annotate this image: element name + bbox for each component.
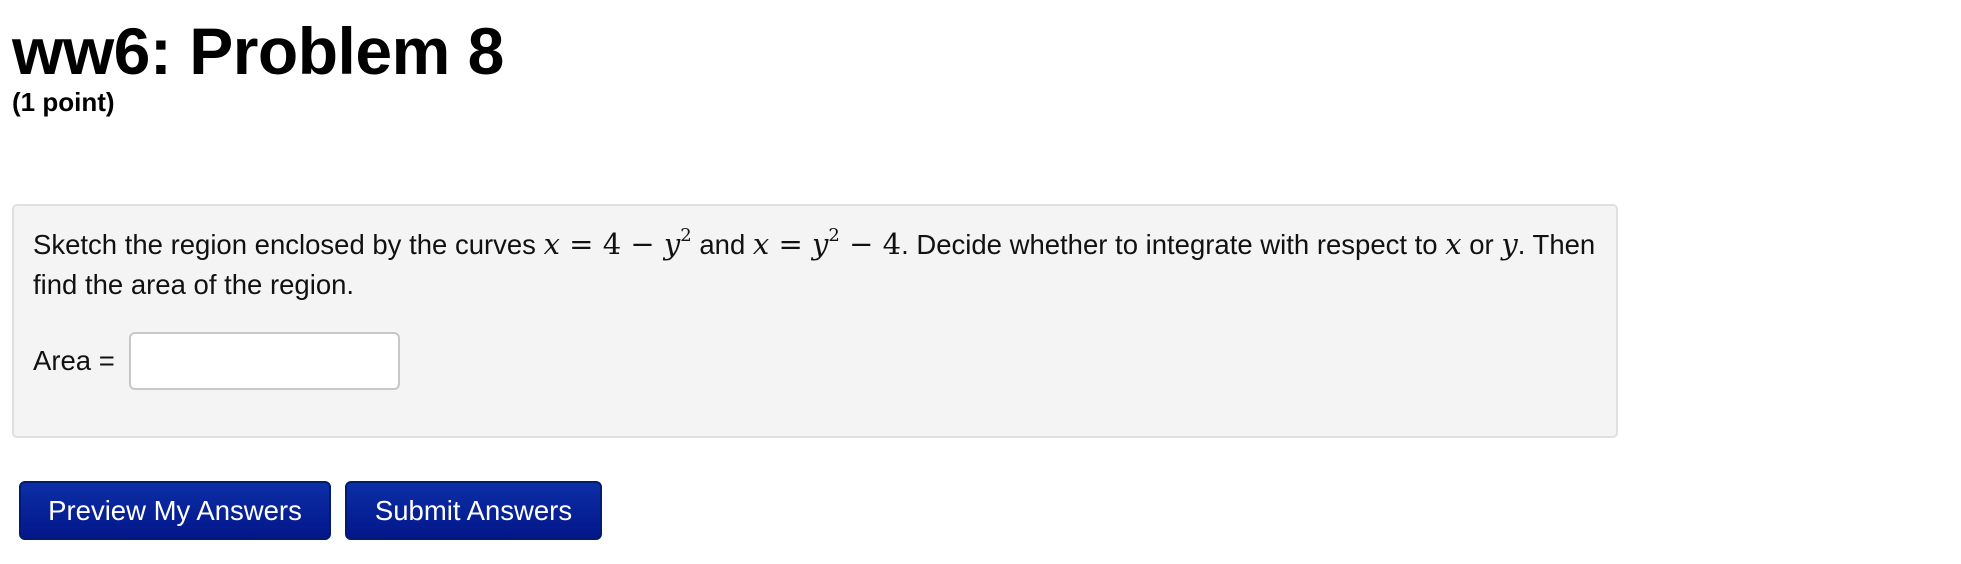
problem-text-intro: Sketch the region enclosed by the curves [33,229,544,260]
problem-statement: Sketch the region enclosed by the curves… [33,224,1603,305]
problem-points: (1 point) [12,87,115,117]
problem-text-or: or [1461,229,1502,260]
page-title: ww6: Problem 8 [12,14,504,88]
problem-text-and: and [691,229,753,260]
variable-y: y [1501,227,1518,261]
preview-answers-button[interactable]: Preview My Answers [19,481,331,540]
curve-equation-1: x = 4 − y2 [543,225,692,262]
area-label: Area = [33,345,115,376]
submit-answers-button[interactable]: Submit Answers [345,481,602,540]
curve-equation-2: x = y2 − 4 [752,225,902,262]
answer-row: Area = [33,332,400,390]
area-answer-input[interactable] [128,332,400,390]
variable-x: x [1445,227,1462,261]
problem-text-decide: . Decide whether to integrate with respe… [901,229,1446,260]
problem-panel: Sketch the region enclosed by the curves… [12,204,1618,438]
